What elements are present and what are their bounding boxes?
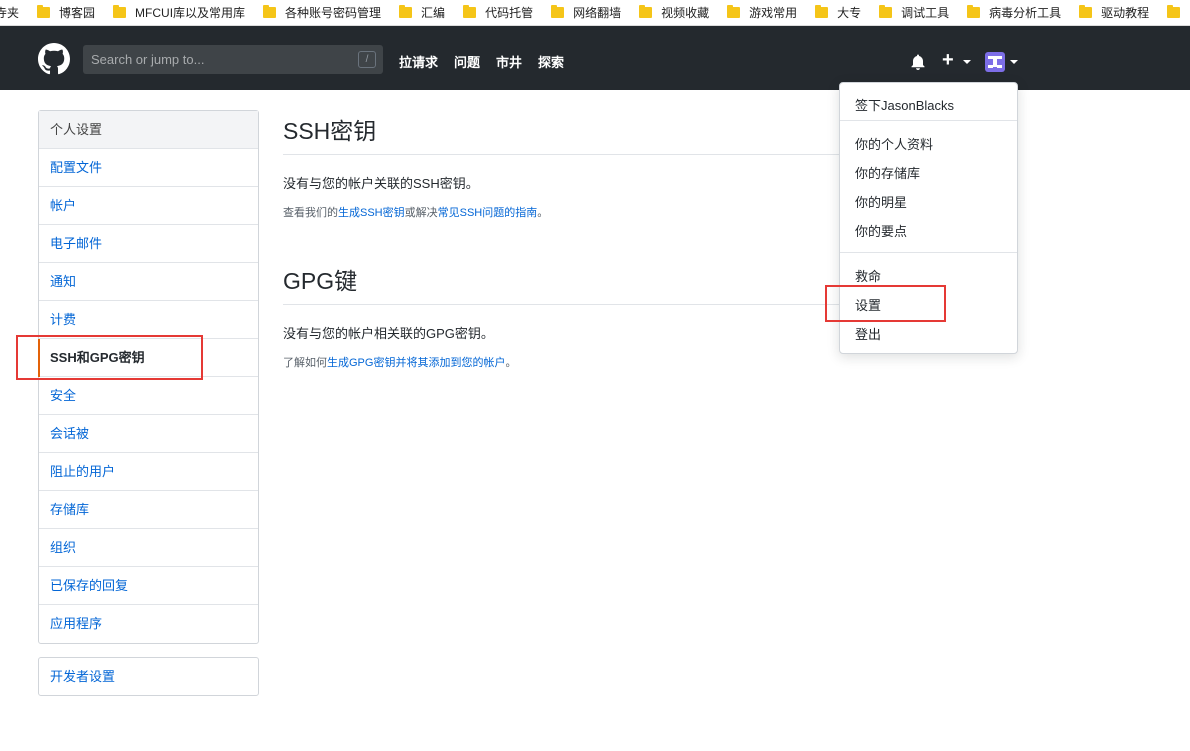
folder-icon	[727, 5, 741, 18]
bookmark-label: 驱动教程	[1101, 6, 1150, 20]
sidebar-item-notifications[interactable]: 通知	[39, 263, 258, 301]
sidebar-item-applications[interactable]: 应用程序	[39, 605, 258, 643]
settings-sidebar: 个人设置 配置文件 帐户 电子邮件 通知 计费 SSH和GPG密钥 安全 会话被…	[38, 110, 259, 644]
menu-item-help[interactable]: 救命	[840, 262, 1017, 291]
ssh-note-text: 。	[537, 207, 549, 219]
create-new-button[interactable]: +	[942, 50, 954, 70]
ssh-troubleshoot-link[interactable]: 常见SSH问题的指南	[438, 207, 538, 219]
menu-item-your-stars[interactable]: 你的明星	[840, 188, 1017, 217]
bookmark-item[interactable]: 游戏常用	[727, 4, 797, 21]
bookmark-label: MFCUI库以及常用库	[135, 6, 246, 20]
folder-icon	[37, 5, 51, 18]
nav-marketplace[interactable]: 市井	[496, 52, 522, 71]
nav-explore[interactable]: 探索	[538, 52, 564, 71]
folder-icon	[1079, 5, 1093, 18]
sidebar-item-ssh-gpg-keys[interactable]: SSH和GPG密钥	[38, 339, 258, 377]
folder-icon	[879, 5, 893, 18]
sidebar-item-blocked-users[interactable]: 阻止的用户	[39, 453, 258, 491]
bookmark-item[interactable]: 调试工具	[879, 4, 949, 21]
generate-ssh-key-link[interactable]: 生成SSH密钥	[338, 207, 405, 219]
bookmark-item[interactable]: 博客园	[37, 4, 95, 21]
sidebar-item-developer-settings[interactable]: 开发者设置	[38, 657, 259, 696]
bookmark-item[interactable]: 寺夹	[0, 4, 19, 21]
header-nav: 拉请求 问题 市井 探索	[399, 52, 580, 71]
menu-item-your-gists[interactable]: 你的要点	[840, 217, 1017, 246]
signed-in-as: 签下JasonBlacks	[840, 83, 1017, 121]
bookmark-item[interactable]: 驱动教程	[1079, 4, 1149, 21]
bookmark-label: 各种账号密码管理	[285, 6, 382, 20]
sidebar-title: 个人设置	[39, 111, 258, 149]
sidebar-item-sessions[interactable]: 会话被	[39, 415, 258, 453]
bell-icon[interactable]	[910, 54, 926, 70]
dropdown-group-profile: 你的个人资料 你的存储库 你的明星 你的要点	[840, 121, 1017, 253]
ssh-note-text: 或解决	[404, 207, 438, 219]
sidebar-item-organizations[interactable]: 组织	[39, 529, 258, 567]
menu-item-sign-out[interactable]: 登出	[840, 320, 1017, 349]
sidebar-item-billing[interactable]: 计费	[39, 301, 258, 339]
folder-icon	[113, 5, 127, 18]
account-dropdown-menu: 签下JasonBlacks 你的个人资料 你的存储库 你的明星 你的要点 救命 …	[839, 82, 1018, 354]
sidebar-item-emails[interactable]: 电子邮件	[39, 225, 258, 263]
folder-icon	[399, 5, 413, 18]
generate-gpg-key-link[interactable]: 生成GPG密钥并将其添加到您的帐户	[327, 357, 505, 369]
github-logo-icon[interactable]	[38, 43, 70, 75]
site-header: / 拉请求 问题 市井 探索 +	[0, 26, 1190, 90]
avatar[interactable]	[985, 52, 1005, 72]
sidebar-item-account[interactable]: 帐户	[39, 187, 258, 225]
bookmark-label: 网络翻墙	[573, 6, 622, 20]
nav-pull-requests[interactable]: 拉请求	[399, 52, 438, 71]
bookmark-item[interactable]: 各种账号密码管理	[263, 4, 381, 21]
gpg-note-text: 。	[505, 357, 517, 369]
bookmark-label: 游戏常用	[749, 6, 798, 20]
sidebar-item-repositories[interactable]: 存储库	[39, 491, 258, 529]
identicon-icon	[988, 56, 1002, 68]
bookmark-label: 大专	[837, 6, 862, 20]
search-box: /	[83, 45, 383, 74]
gpg-help-note: 了解如何生成GPG密钥并将其添加到您的帐户。	[283, 354, 1018, 370]
folder-icon	[967, 5, 981, 18]
search-input[interactable]	[83, 45, 383, 74]
bookmark-item[interactable]: 大专	[815, 4, 861, 21]
menu-item-your-profile[interactable]: 你的个人资料	[840, 130, 1017, 159]
bookmark-item[interactable]: 汇编	[399, 4, 445, 21]
bookmark-label: 病毒分析工具	[989, 6, 1062, 20]
ssh-note-text: 查看我们的	[283, 207, 338, 219]
sidebar-item-profile[interactable]: 配置文件	[39, 149, 258, 187]
sidebar-item-security[interactable]: 安全	[39, 377, 258, 415]
bookmark-label: 调试工具	[901, 6, 950, 20]
bookmarks-bar: 寺夹 博客园 MFCUI库以及常用库 各种账号密码管理 汇编 代码托管 网络翻墙…	[0, 0, 1190, 26]
bookmark-label: 博客园	[59, 6, 96, 20]
folder-icon	[815, 5, 829, 18]
bookmark-label: 视频收藏	[661, 6, 710, 20]
bookmark-item[interactable]: 病毒分析工具	[967, 4, 1061, 21]
gpg-note-text: 了解如何	[283, 357, 327, 369]
bookmark-item[interactable]: 代码托管	[463, 4, 533, 21]
bookmark-item[interactable]: 网络翻墙	[551, 4, 621, 21]
bookmark-label: 寺夹	[0, 6, 20, 20]
nav-issues[interactable]: 问题	[454, 52, 480, 71]
bookmark-item[interactable]: 视频收藏	[639, 4, 709, 21]
folder-icon	[551, 5, 565, 18]
folder-icon	[463, 5, 477, 18]
folder-icon	[1167, 5, 1181, 18]
bookmark-item[interactable]	[1167, 5, 1189, 18]
bookmark-label: 代码托管	[485, 6, 534, 20]
slash-shortcut-badge: /	[358, 51, 376, 68]
sidebar-item-saved-replies[interactable]: 已保存的回复	[39, 567, 258, 605]
menu-item-settings[interactable]: 设置	[840, 291, 1017, 320]
bookmark-item[interactable]: MFCUI库以及常用库	[113, 4, 245, 21]
chevron-down-icon	[1010, 60, 1018, 64]
folder-icon	[263, 5, 277, 18]
chevron-down-icon	[963, 60, 971, 64]
dropdown-group-account: 救命 设置 登出	[840, 253, 1017, 349]
bookmark-label: 汇编	[421, 6, 446, 20]
folder-icon	[639, 5, 653, 18]
menu-item-your-repositories[interactable]: 你的存储库	[840, 159, 1017, 188]
